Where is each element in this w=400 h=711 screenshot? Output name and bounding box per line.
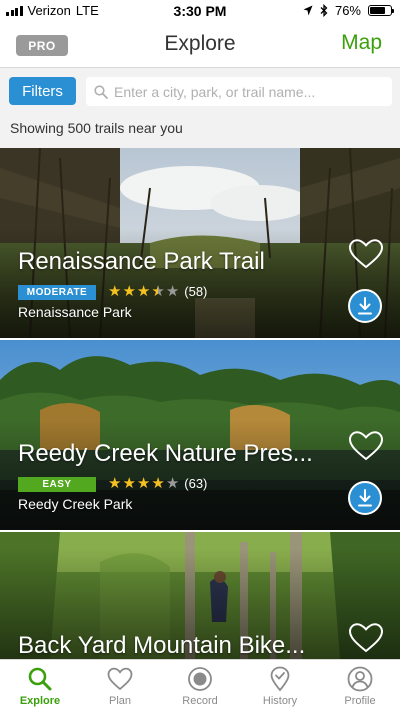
heart-icon bbox=[107, 667, 133, 691]
heart-icon[interactable] bbox=[348, 430, 384, 462]
download-button[interactable] bbox=[348, 481, 382, 515]
star-icon: ★ bbox=[122, 475, 136, 492]
filters-button[interactable]: Filters bbox=[9, 77, 76, 105]
result-count: Showing 500 trails near you bbox=[10, 120, 183, 136]
trail-card[interactable]: Renaissance Park Trail MODERATE ★ ★ ★ ★ … bbox=[0, 148, 400, 338]
tab-label: Profile bbox=[344, 695, 376, 707]
star-icon: ★ bbox=[108, 283, 122, 300]
star-icon: ★ bbox=[122, 283, 136, 300]
battery-level bbox=[370, 7, 386, 14]
review-count: (63) bbox=[184, 476, 208, 491]
star-icon: ★ bbox=[136, 283, 151, 300]
heart-icon[interactable] bbox=[348, 622, 384, 654]
tab-label: Record bbox=[182, 695, 218, 707]
rating-stars: ★ ★ ★ ★ ★ (63) bbox=[108, 476, 207, 491]
park-name: Reedy Creek Park bbox=[18, 496, 133, 512]
tab-history[interactable]: History bbox=[240, 660, 320, 711]
title-gradient bbox=[0, 420, 400, 530]
star-icon: ★ bbox=[165, 283, 180, 300]
profile-icon bbox=[347, 666, 373, 692]
map-button[interactable]: Map bbox=[341, 31, 382, 55]
trail-name[interactable]: Reedy Creek Nature Pres... bbox=[18, 440, 313, 468]
download-button[interactable] bbox=[348, 289, 382, 323]
review-count: (58) bbox=[184, 284, 208, 299]
tab-label: Plan bbox=[108, 695, 132, 707]
search-icon bbox=[94, 84, 108, 99]
star-icon: ★ bbox=[136, 475, 151, 492]
tab-plan[interactable]: Plan bbox=[80, 660, 160, 711]
trail-list: Renaissance Park Trail MODERATE ★ ★ ★ ★ … bbox=[0, 148, 400, 659]
map-pin-icon bbox=[270, 666, 290, 692]
tab-label: Explore bbox=[19, 695, 61, 707]
star-icon: ★ bbox=[151, 475, 165, 492]
trail-card[interactable]: Back Yard Mountain Bike... bbox=[0, 532, 400, 659]
download-icon bbox=[358, 489, 372, 507]
tab-bar: Explore Plan Record History Profile bbox=[0, 659, 400, 711]
battery-icon bbox=[368, 5, 394, 16]
page-title: Explore bbox=[164, 32, 236, 55]
tab-explore[interactable]: Explore bbox=[0, 660, 80, 711]
trail-card[interactable]: Reedy Creek Nature Pres... EASY ★ ★ ★ ★ … bbox=[0, 340, 400, 530]
star-icon: ★ bbox=[165, 475, 180, 492]
download-icon bbox=[358, 297, 372, 315]
status-right: 76% bbox=[303, 3, 394, 18]
rating-stars: ★ ★ ★ ★ ★ (58) bbox=[108, 284, 207, 299]
bluetooth-icon bbox=[320, 4, 328, 17]
difficulty-badge: MODERATE bbox=[18, 285, 96, 300]
trail-name[interactable]: Renaissance Park Trail bbox=[18, 248, 265, 276]
tab-record[interactable]: Record bbox=[160, 660, 240, 711]
search-area: Filters Showing 500 trails near you bbox=[0, 68, 400, 148]
search-box[interactable] bbox=[86, 77, 392, 106]
search-icon bbox=[28, 667, 52, 691]
trail-name[interactable]: Back Yard Mountain Bike... bbox=[18, 632, 305, 659]
search-input[interactable] bbox=[114, 83, 384, 100]
heart-icon[interactable] bbox=[348, 238, 384, 270]
difficulty-badge: EASY bbox=[18, 477, 96, 492]
status-bar: Verizon LTE 3:30 PM 76% bbox=[0, 0, 400, 22]
star-icon: ★ bbox=[151, 283, 165, 300]
battery-percent: 76% bbox=[334, 3, 361, 18]
location-arrow-icon bbox=[303, 5, 313, 16]
record-icon bbox=[188, 667, 212, 691]
park-name: Renaissance Park bbox=[18, 304, 132, 320]
title-gradient bbox=[0, 228, 400, 338]
star-icon: ★ bbox=[108, 475, 122, 492]
tab-label: History bbox=[262, 695, 298, 707]
nav-header: PRO Explore Map bbox=[0, 22, 400, 68]
tab-profile[interactable]: Profile bbox=[320, 660, 400, 711]
